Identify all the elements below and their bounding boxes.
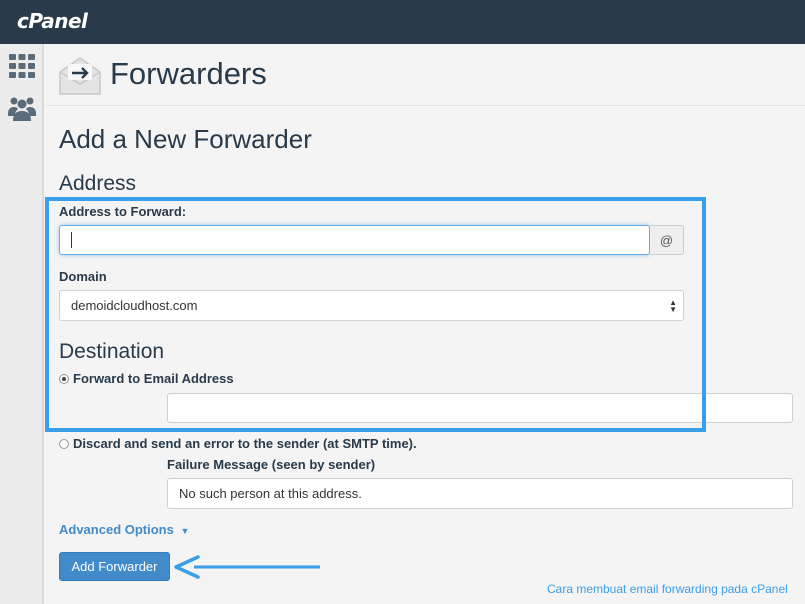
arrow-left-icon [174, 555, 320, 579]
discard-radio[interactable] [59, 439, 69, 449]
advanced-options-link[interactable]: Advanced Options ▼ [59, 522, 189, 537]
highlight-box [45, 197, 706, 432]
failure-message-input[interactable]: No such person at this address. [167, 478, 793, 509]
form-heading: Add a New Forwarder [59, 124, 312, 154]
failure-message-value: No such person at this address. [179, 486, 362, 501]
caret-down-icon: ▼ [180, 526, 190, 536]
failure-message-label: Failure Message (seen by sender) [167, 457, 376, 472]
envelope-forward-icon [59, 57, 101, 95]
users-icon[interactable] [8, 94, 36, 122]
grid-icon[interactable] [8, 52, 36, 80]
annotation-caption: Cara membuat email forwarding pada cPane… [547, 582, 788, 596]
sidebar [0, 44, 44, 604]
top-bar: cPanel [0, 0, 805, 44]
discard-option-label[interactable]: Discard and send an error to the sender … [73, 436, 417, 451]
address-section-heading: Address [59, 172, 137, 195]
add-forwarder-button[interactable]: Add Forwarder [59, 552, 170, 581]
cpanel-logo[interactable]: cPanel [17, 9, 88, 33]
page-title: Forwarders [110, 56, 267, 91]
page-header: Forwarders [46, 44, 805, 106]
advanced-options-label: Advanced Options [59, 522, 174, 537]
